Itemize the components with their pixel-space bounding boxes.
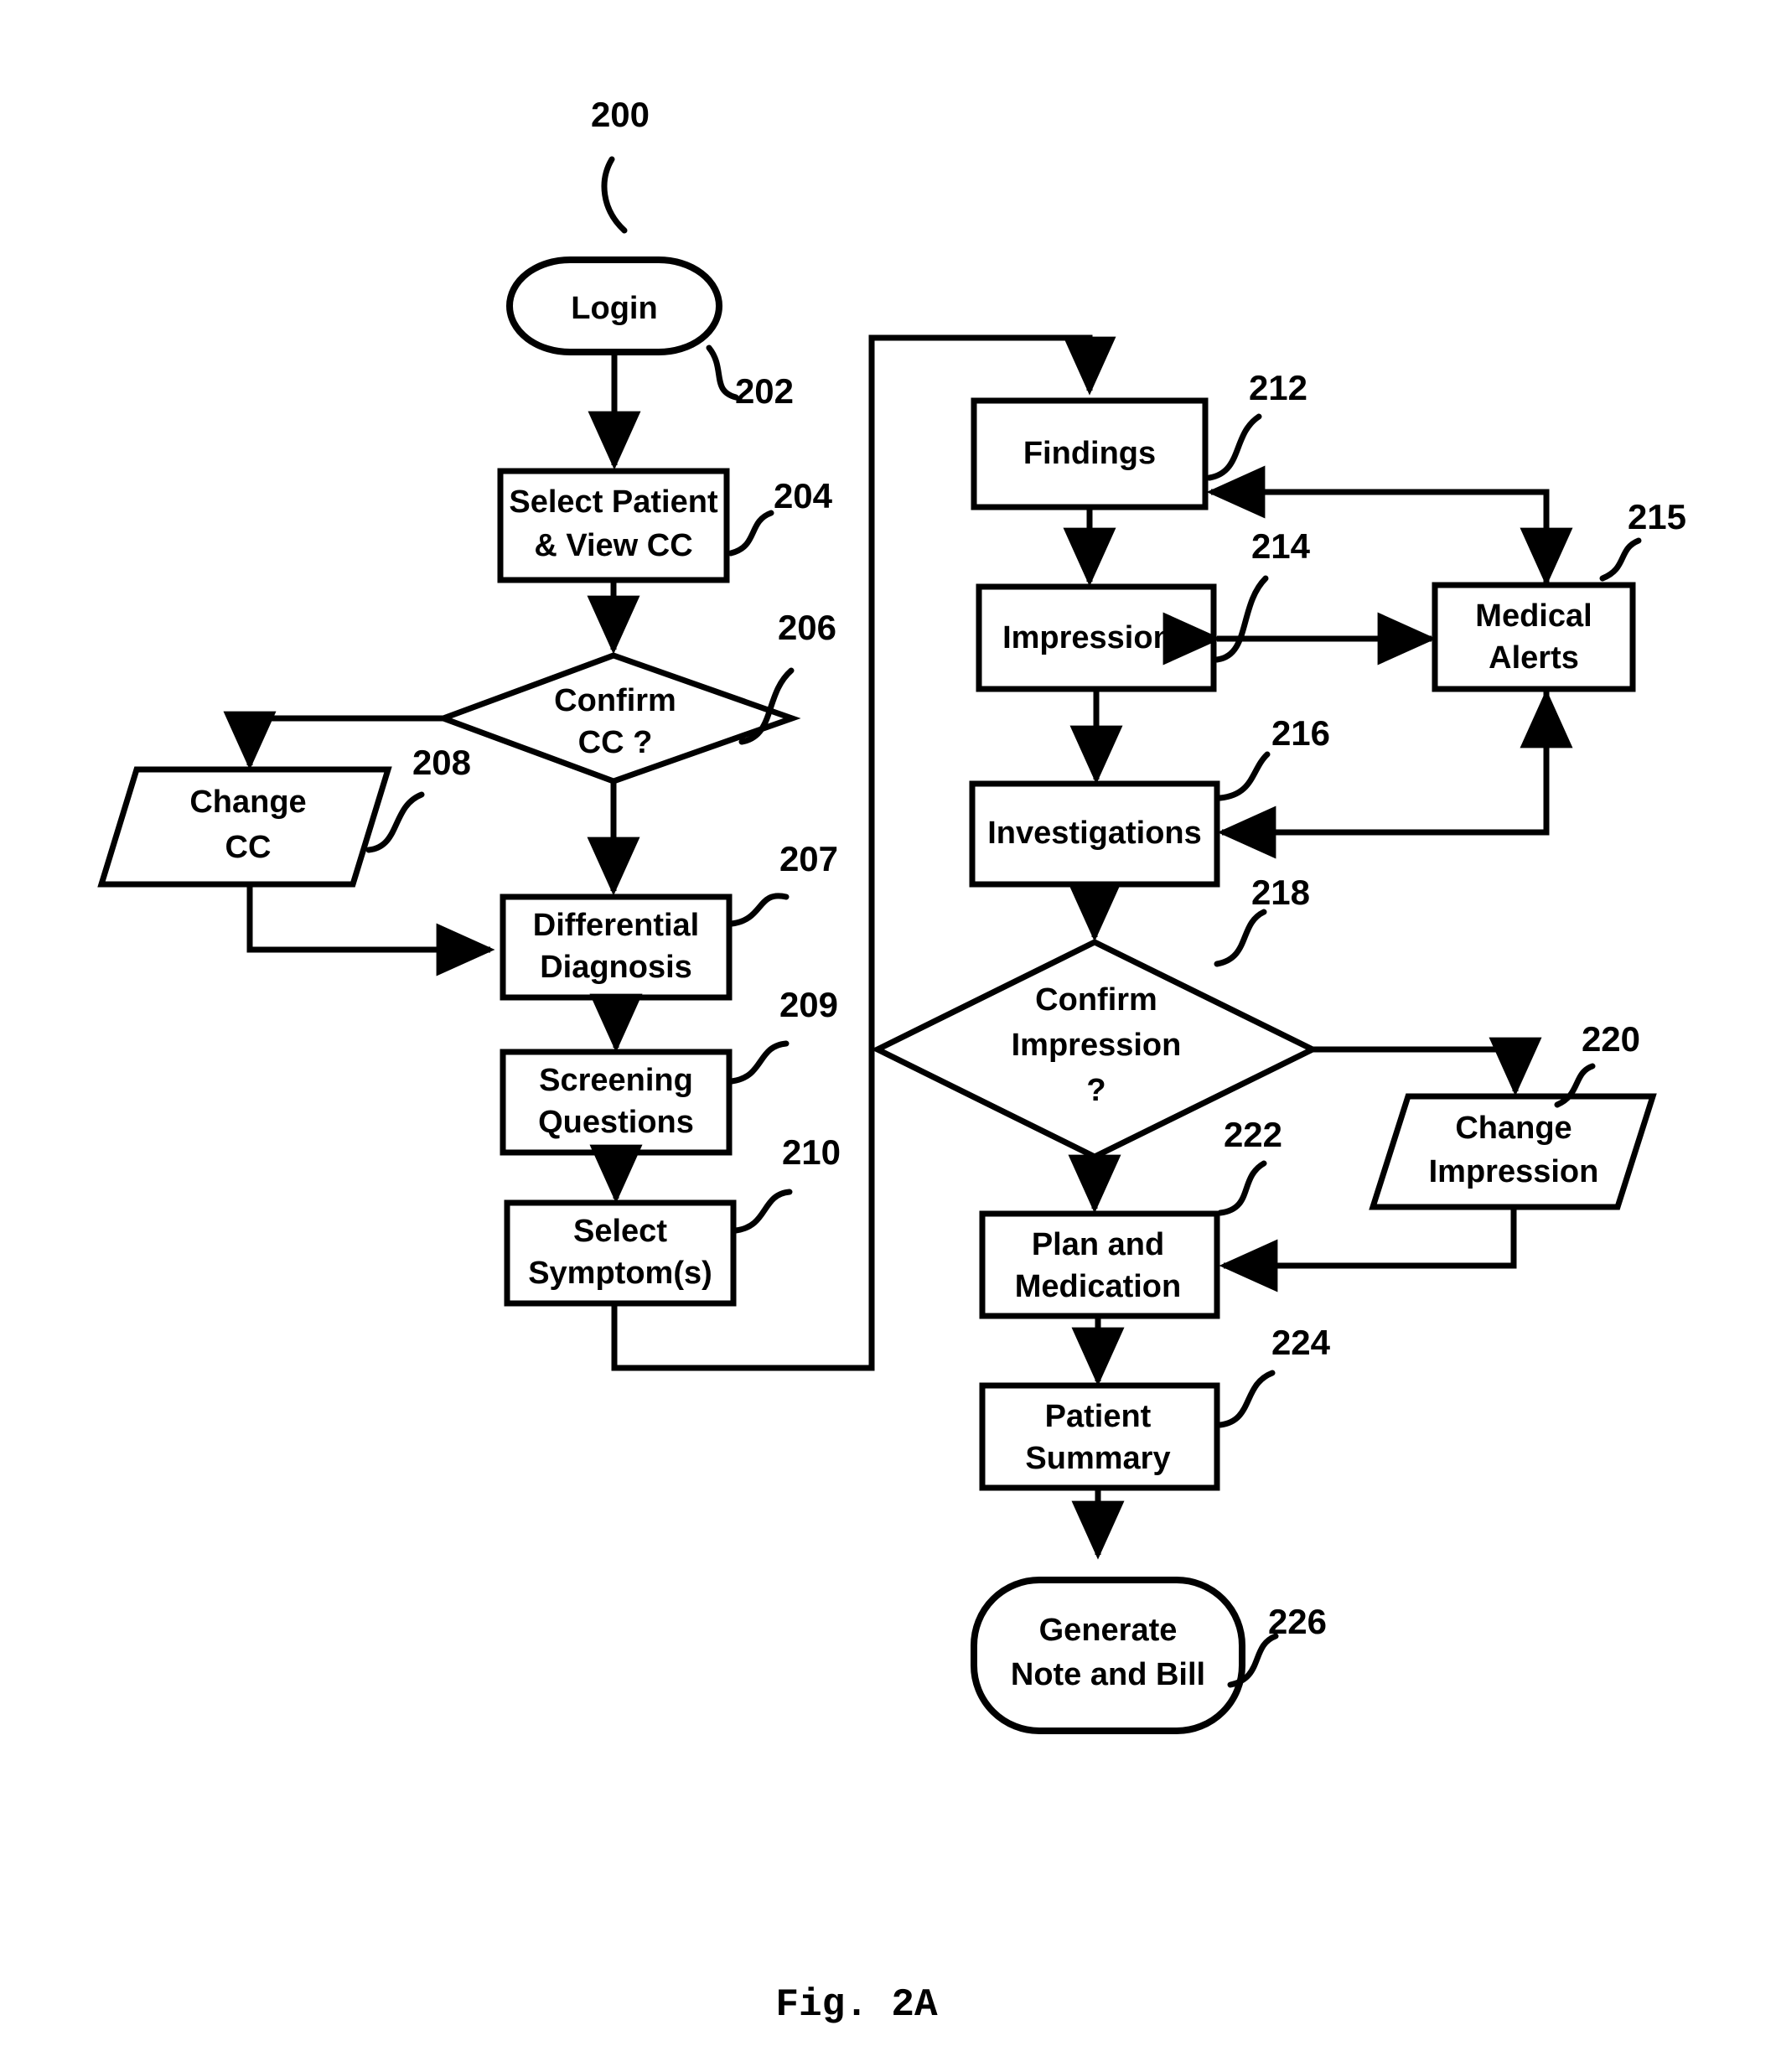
node-change-impression-line1: Change [1455,1111,1571,1146]
node-login-label: Login [571,291,657,326]
node-screening-questions-line2: Questions [538,1105,694,1140]
ref-number-209: 209 [779,985,838,1024]
node-confirm-cc-line1: Confirm [554,683,676,718]
connector-change-impression-to-plan-medication [1219,1207,1517,1292]
node-plan-medication-line2: Medication [1015,1269,1181,1304]
leader-line-210 [733,1189,793,1234]
ref-number-222: 222 [1224,1115,1282,1154]
leader-line-214 [1214,575,1269,663]
leader-line-216 [1217,751,1271,801]
node-screening-questions-line1: Screening [539,1063,693,1098]
ref-number-202: 202 [735,371,794,411]
node-confirm-impression-line1: Confirm [1035,982,1157,1018]
node-differential-diagnosis-line1: Differential [533,908,699,943]
node-impressions-label: Impressions [1002,620,1190,655]
flowchart-diagram: 200 Login 202 Select Patient & View CC 2… [97,95,1686,2027]
ref-number-224: 224 [1271,1323,1331,1362]
node-generate-note-bill-line2: Note and Bill [1011,1657,1205,1692]
node-confirm-impression-line3: ? [1086,1073,1105,1108]
ref-number-215: 215 [1628,497,1686,536]
leader-line-209 [728,1040,790,1085]
ref-number-212: 212 [1249,368,1307,407]
leader-line-204 [727,510,774,557]
node-plan-medication-line1: Plan and [1032,1227,1164,1262]
node-select-patient-line1: Select Patient [509,484,718,520]
ref-number-218: 218 [1251,873,1310,912]
node-generate-note-bill[interactable] [971,1577,1245,1734]
connector-confirm-impression-to-change-impression [1313,1037,1542,1096]
node-generate-note-bill-line1: Generate [1039,1613,1178,1648]
patent-figure-2a: 200 Login 202 Select Patient & View CC 2… [0,0,1776,2072]
connector-medical-alerts-to-investigations [1217,689,1550,859]
leader-line-218 [1214,909,1267,967]
ref-number-220: 220 [1582,1019,1640,1059]
node-select-symptoms-line2: Symptom(s) [528,1256,712,1291]
ref-number-214: 214 [1251,526,1311,566]
leader-line-212 [1206,413,1262,481]
node-select-patient-line2: & View CC [534,528,692,563]
figure-caption: Fig. 2A [775,1983,938,2027]
node-findings-label: Findings [1023,436,1156,471]
leader-line-207 [728,893,790,927]
node-select-symptoms-line1: Select [573,1214,667,1249]
node-change-cc-line1: Change [189,785,306,820]
leader-line-215 [1599,537,1642,582]
node-change-impression-line2: Impression [1429,1154,1599,1189]
node-confirm-impression-line2: Impression [1012,1028,1182,1063]
ref-number-200: 200 [591,95,650,134]
ref-number-208: 208 [412,743,471,782]
leader-line-222 [1217,1160,1267,1216]
node-investigations-label: Investigations [987,816,1202,851]
node-medical-alerts-line2: Alerts [1489,640,1579,676]
leader-line-202 [706,344,739,401]
leader-line-224 [1217,1370,1276,1428]
ref-number-206: 206 [778,608,836,647]
node-patient-summary-line1: Patient [1045,1399,1152,1434]
node-change-cc-line2: CC [225,830,272,865]
node-confirm-cc-line2: CC ? [578,725,653,760]
node-differential-diagnosis-line2: Diagnosis [540,950,692,985]
connector-change-cc-to-differential-diagnosis [246,884,495,976]
node-medical-alerts-line1: Medical [1475,598,1592,634]
node-patient-summary-line2: Summary [1025,1441,1170,1476]
leader-line-200 [601,156,628,234]
ref-number-216: 216 [1271,713,1330,753]
ref-number-210: 210 [782,1132,841,1172]
ref-number-204: 204 [774,476,833,515]
ref-number-207: 207 [779,839,838,878]
